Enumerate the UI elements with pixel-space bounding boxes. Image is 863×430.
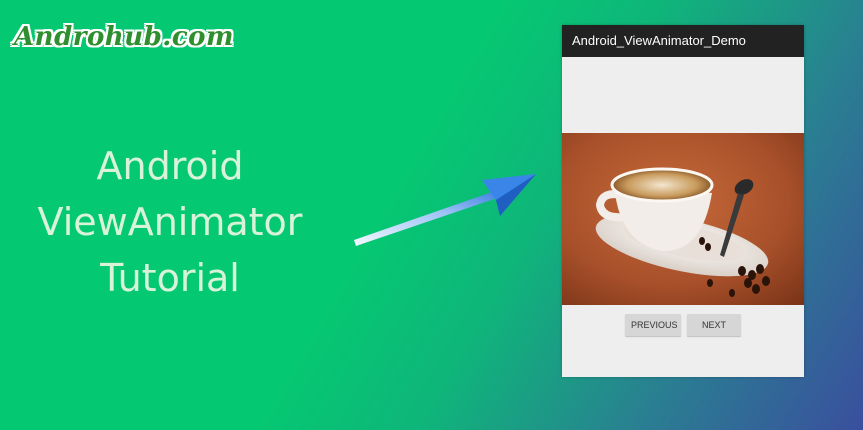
coffee-cup-image bbox=[562, 133, 804, 305]
pointer-arrow-icon bbox=[354, 174, 536, 246]
headline-line-3: Tutorial bbox=[100, 256, 240, 300]
app-title: Android_ViewAnimator_Demo bbox=[572, 33, 746, 48]
previous-button[interactable]: PREVIOUS bbox=[625, 314, 681, 336]
app-title-bar: Android_ViewAnimator_Demo bbox=[562, 25, 804, 57]
navigation-button-row: PREVIOUS NEXT bbox=[562, 314, 804, 336]
tutorial-headline: Android ViewAnimator Tutorial bbox=[0, 138, 340, 306]
phone-screen: Android_ViewAnimator_Demo PREVIOUS NEXT bbox=[562, 25, 804, 377]
headline-line-2: ViewAnimator bbox=[37, 200, 303, 244]
next-button[interactable]: NEXT bbox=[687, 314, 741, 336]
headline-line-1: Android bbox=[96, 144, 244, 188]
brand-logo: Androhub.com bbox=[14, 22, 235, 52]
